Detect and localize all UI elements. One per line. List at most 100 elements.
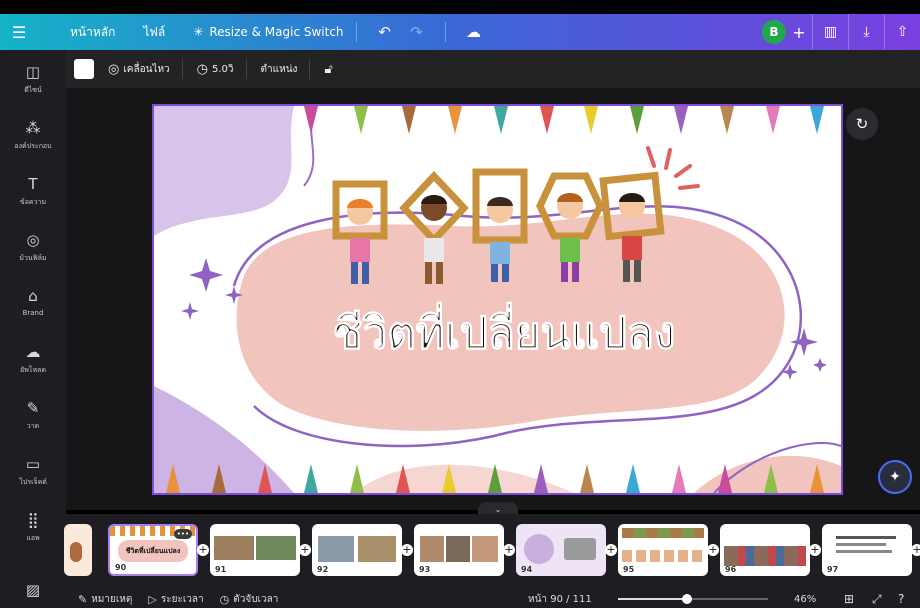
- position-button[interactable]: ตำแหน่ง: [261, 62, 298, 77]
- background-color-swatch[interactable]: [74, 59, 94, 79]
- page-filmstrip: ชีวิตที่เปลี่ยนแปลง ••• 90 + 91 + 92 + 9…: [64, 514, 920, 590]
- notes-icon: ✎: [78, 592, 88, 606]
- download-icon[interactable]: ⤓: [848, 14, 884, 50]
- fullscreen-icon[interactable]: ⤢: [872, 592, 882, 607]
- sidebar-item-apps[interactable]: ⣿ แอพ: [0, 510, 66, 556]
- thumbnail-number: 94: [521, 565, 533, 574]
- duration-label: 5.0วิ: [212, 63, 234, 75]
- zoom-slider-fill: [618, 598, 687, 600]
- sidebar-item-label: โปรเจ็คต์: [19, 478, 47, 486]
- timing-button[interactable]: ▷ ระยะเวลา: [148, 592, 203, 607]
- add-page-button[interactable]: +: [707, 544, 719, 556]
- undo-icon[interactable]: ↶: [373, 14, 397, 50]
- plus-icon[interactable]: +: [786, 14, 812, 50]
- help-icon[interactable]: ?: [898, 592, 904, 606]
- sidebar-item-elements[interactable]: ⁂ องค์ประกอบ: [0, 118, 66, 164]
- cloud-check-icon[interactable]: ☁: [462, 14, 486, 50]
- clock-icon: ◷: [196, 61, 209, 77]
- sidebar-item-label: Brand: [22, 309, 44, 317]
- refresh-icon[interactable]: ↻: [846, 108, 878, 140]
- sidebar-item-draw[interactable]: ✎ วาด: [0, 398, 66, 444]
- topbar-right: B + ▥ ⤓ ⇧: [762, 14, 920, 50]
- grid-view-icon[interactable]: ⊞: [844, 592, 854, 606]
- more-icon[interactable]: •••: [174, 529, 192, 539]
- menu-button[interactable]: ☰: [0, 14, 38, 50]
- thumbnail[interactable]: 95: [618, 524, 708, 576]
- lock-icon[interactable]: 🔓︎: [324, 62, 332, 77]
- thumbnail-number: 91: [215, 565, 227, 574]
- upload-icon: ☁: [25, 343, 41, 361]
- thumbnail[interactable]: 96: [720, 524, 810, 576]
- sidebar-item-design[interactable]: ◫ ดีไซน์: [0, 62, 66, 108]
- thumbnail-number: 95: [623, 565, 635, 574]
- animate-button[interactable]: ◎ เคลื่อนไหว: [108, 62, 170, 77]
- thumbnail[interactable]: 93: [414, 524, 504, 576]
- avatar[interactable]: B: [762, 20, 786, 44]
- add-page-button[interactable]: +: [197, 544, 209, 556]
- apps-icon: ⣿: [27, 511, 39, 529]
- duration-button[interactable]: ◷ 5.0วิ: [197, 62, 234, 77]
- sidebar-item-label: องค์ประกอบ: [14, 142, 52, 150]
- thumbnail[interactable]: 97: [822, 524, 912, 576]
- chart-icon[interactable]: ▥: [812, 14, 848, 50]
- thumbnail[interactable]: [64, 524, 92, 576]
- divider: [355, 22, 357, 42]
- sidebar-item-photos[interactable]: ▨: [0, 580, 66, 608]
- slide-title[interactable]: ชีวิตที่เปลี่ยนแปลง: [332, 302, 676, 360]
- menu-icon: ☰: [11, 22, 27, 42]
- sidebar-item-projects[interactable]: ▭ โปรเจ็คต์: [0, 454, 66, 500]
- file-menu[interactable]: ไฟล์: [143, 14, 165, 50]
- zoom-slider[interactable]: [618, 594, 768, 604]
- thumbnail-number: 93: [419, 565, 431, 574]
- add-page-button[interactable]: +: [605, 544, 617, 556]
- sparkle-icon: ✳: [193, 25, 204, 39]
- animate-label: เคลื่อนไหว: [123, 63, 170, 75]
- thumbnail[interactable]: 91: [210, 524, 300, 576]
- add-page-button[interactable]: +: [911, 544, 920, 556]
- draw-icon: ✎: [26, 399, 40, 417]
- text-icon: T: [28, 175, 38, 193]
- page-indicator[interactable]: หน้า 90 / 111: [528, 592, 592, 607]
- animate-icon: ◎: [108, 61, 120, 77]
- add-page-button[interactable]: +: [299, 544, 311, 556]
- thumbnail[interactable]: 92: [312, 524, 402, 576]
- sidebar-item-label: อัพโหลด: [19, 366, 47, 374]
- share-icon[interactable]: ⇧: [884, 14, 920, 50]
- add-page-button[interactable]: +: [503, 544, 515, 556]
- play-box-icon: ▷: [148, 592, 157, 606]
- resize-label: Resize & Magic Switch: [209, 25, 344, 39]
- add-page-button[interactable]: +: [809, 544, 821, 556]
- slide-canvas[interactable]: ชีวิตที่เปลี่ยนแปลง: [152, 104, 843, 495]
- thumbnail-number: 90: [115, 563, 127, 572]
- timer-label: ตัวจับเวลา: [233, 593, 279, 605]
- top-bar: ☰ หน้าหลัก ไฟล์ ✳ Resize & Magic Switch ↶…: [0, 14, 920, 50]
- resize-button[interactable]: ✳ Resize & Magic Switch: [193, 14, 343, 50]
- magic-sparkle-icon[interactable]: ✦: [878, 460, 912, 494]
- sidebar-item-text[interactable]: T ข้อความ: [0, 174, 66, 220]
- sidebar-item-label: ดีไซน์: [24, 86, 42, 94]
- slide-artwork: ชีวิตที่เปลี่ยนแปลง: [154, 106, 841, 493]
- notes-button[interactable]: ✎ หมายเหตุ: [78, 592, 132, 607]
- redo-icon[interactable]: ↷: [405, 14, 429, 50]
- thumbnail[interactable]: 94: [516, 524, 606, 576]
- thumbnail-text: ชีวิตที่เปลี่ยนแปลง: [125, 547, 181, 555]
- home-menu[interactable]: หน้าหลัก: [70, 14, 115, 50]
- divider: [181, 59, 183, 79]
- thumbnail-number: 97: [827, 565, 839, 574]
- timer-icon: ◷: [219, 592, 230, 606]
- folder-icon: ▭: [25, 455, 41, 473]
- camera-icon: ◎: [26, 231, 40, 249]
- pencils-bottom: [166, 464, 824, 493]
- zoom-slider-handle[interactable]: [682, 594, 692, 604]
- divider: [444, 22, 446, 42]
- sidebar-item-brand[interactable]: ⌂ Brand: [0, 286, 66, 332]
- sidebar-item-upload[interactable]: ☁ อัพโหลด: [0, 342, 66, 388]
- timer-button[interactable]: ◷ ตัวจับเวลา: [220, 592, 279, 607]
- thumbnail-selected[interactable]: ชีวิตที่เปลี่ยนแปลง ••• 90: [108, 524, 198, 576]
- sidebar: ◫ ดีไซน์ ⁂ องค์ประกอบ T ข้อความ ◎ ม้วนฟิล์ม …: [0, 50, 66, 608]
- add-page-button[interactable]: +: [401, 544, 413, 556]
- zoom-percent[interactable]: 46%: [794, 594, 816, 605]
- pencils-top: [304, 106, 824, 134]
- sidebar-item-label: วาด: [26, 422, 40, 430]
- sidebar-item-camera-roll[interactable]: ◎ ม้วนฟิล์ม: [0, 230, 66, 276]
